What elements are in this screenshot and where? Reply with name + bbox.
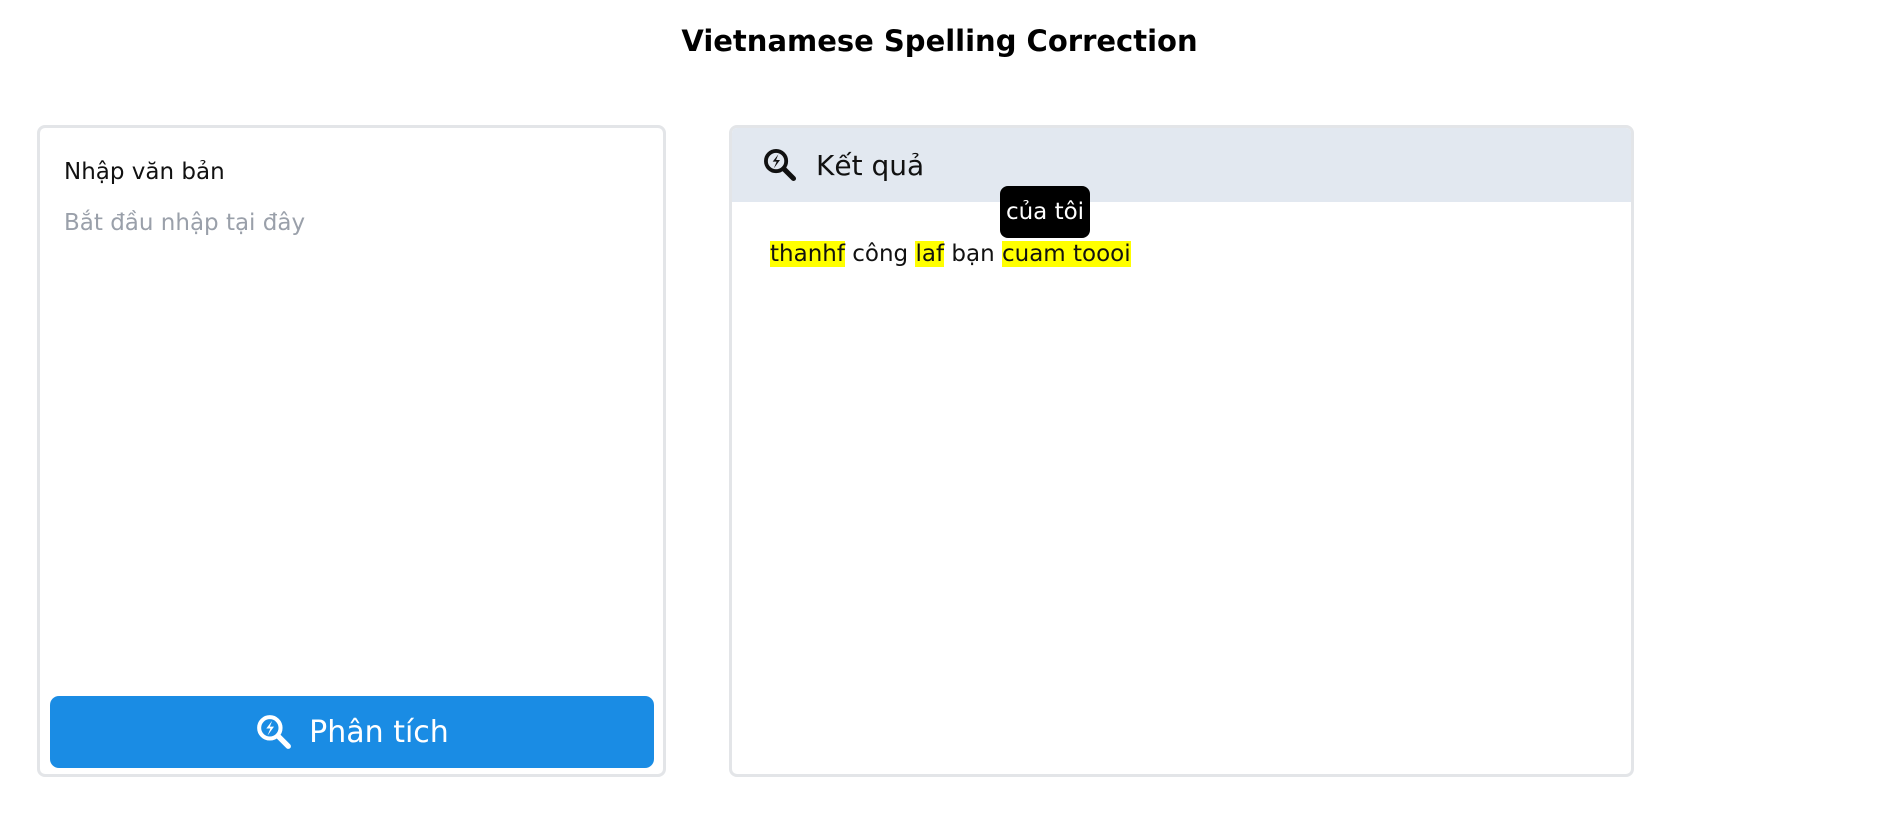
analyze-button-label: Phân tích — [309, 714, 449, 750]
result-panel: Kết quả thanhf công laf bạn cuam toooi c… — [729, 125, 1634, 777]
result-header: Kết quả — [732, 128, 1631, 202]
analyze-button[interactable]: Phân tích — [50, 696, 654, 768]
misspelled-word[interactable]: cuam toooi — [1001, 241, 1131, 267]
suggestion-tooltip: của tôi — [1000, 186, 1090, 238]
text-input[interactable] — [61, 208, 642, 612]
correct-word: công — [852, 241, 909, 267]
result-text: thanhf công laf bạn cuam toooi — [770, 241, 1131, 267]
misspelled-word[interactable]: laf — [915, 241, 945, 267]
search-analyze-icon — [764, 149, 797, 182]
search-analyze-icon — [257, 715, 292, 749]
correct-word: bạn — [951, 241, 995, 267]
misspelled-word[interactable]: thanhf — [770, 241, 845, 267]
result-title: Kết quả — [816, 148, 925, 182]
input-panel: Nhập văn bản Phân tích — [37, 125, 666, 777]
input-label: Nhập văn bản — [64, 159, 225, 185]
page-title: Vietnamese Spelling Correction — [681, 24, 1198, 58]
